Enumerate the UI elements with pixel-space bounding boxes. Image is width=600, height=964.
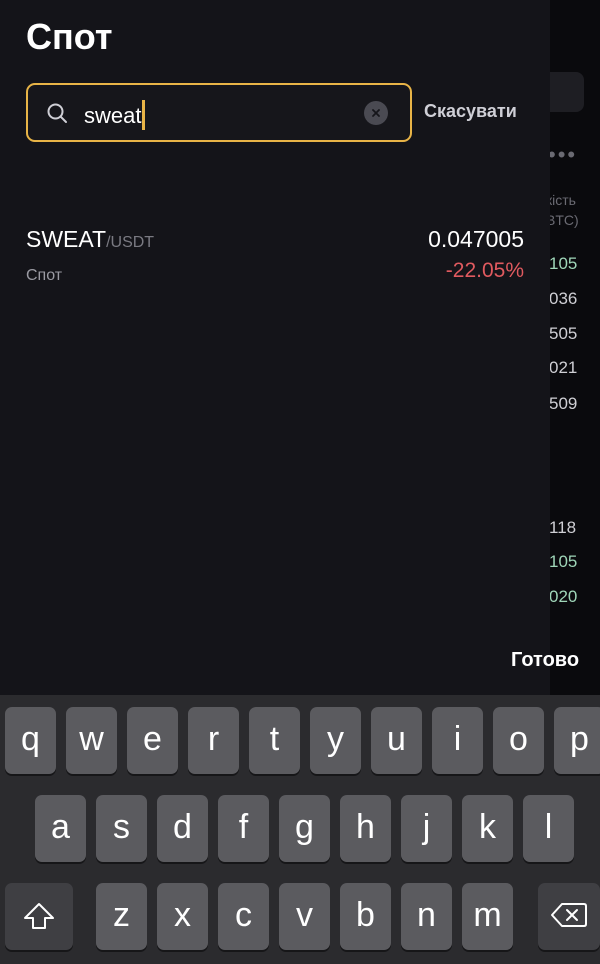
trading-pair: SWEAT/USDT — [26, 226, 155, 252]
key[interactable]: q — [5, 707, 56, 774]
background-value: 118 — [549, 518, 577, 537]
close-icon — [372, 109, 380, 117]
shift-icon — [24, 903, 54, 929]
key[interactable]: m — [462, 883, 513, 950]
key[interactable]: u — [371, 707, 422, 774]
key[interactable]: i — [432, 707, 483, 774]
last-price: 0.047005 — [428, 226, 524, 252]
background-value: 105 — [549, 254, 578, 273]
key[interactable]: h — [340, 795, 391, 862]
search-value: sweat — [84, 100, 146, 130]
search-panel: Спот sweat Скасувати SWEAT/USDT Спот 0.0… — [0, 0, 550, 695]
background-value: 020 — [549, 587, 578, 606]
background-value: 505 — [549, 324, 578, 343]
key[interactable]: s — [96, 795, 147, 862]
done-button[interactable]: Готово — [511, 649, 579, 672]
key[interactable]: e — [127, 707, 178, 774]
backspace-key[interactable] — [538, 883, 600, 950]
search-input[interactable]: sweat — [26, 83, 412, 142]
key[interactable]: n — [401, 883, 452, 950]
key[interactable]: j — [401, 795, 452, 862]
key[interactable]: t — [249, 707, 300, 774]
background-value: 036 — [549, 289, 578, 308]
background-value: 021 — [549, 358, 578, 377]
page-title: Спот — [26, 16, 113, 57]
key[interactable]: o — [493, 707, 544, 774]
key[interactable]: p — [554, 707, 600, 774]
key[interactable]: w — [66, 707, 117, 774]
background-value: 105 — [549, 552, 578, 571]
backspace-icon — [551, 903, 587, 927]
more-icon: ••• — [548, 142, 578, 167]
shift-key[interactable] — [5, 883, 73, 950]
background-col-head: BTC) — [546, 212, 579, 228]
background-value: 509 — [549, 394, 578, 413]
key[interactable]: x — [157, 883, 208, 950]
key[interactable]: l — [523, 795, 574, 862]
key[interactable]: d — [157, 795, 208, 862]
key[interactable]: f — [218, 795, 269, 862]
key[interactable]: a — [35, 795, 86, 862]
cancel-button[interactable]: Скасувати — [424, 101, 517, 122]
key[interactable]: y — [310, 707, 361, 774]
price-change: -22.05% — [445, 259, 524, 282]
key[interactable]: c — [218, 883, 269, 950]
clear-search-button[interactable] — [364, 101, 388, 125]
screen: ••• кість BTC) 105 036 505 021 509 118 1… — [0, 0, 600, 964]
key[interactable]: k — [462, 795, 513, 862]
key[interactable]: z — [96, 883, 147, 950]
key[interactable]: g — [279, 795, 330, 862]
background-col-head: кість — [546, 192, 576, 208]
key[interactable]: b — [340, 883, 391, 950]
key[interactable]: r — [188, 707, 239, 774]
keyboard: q w e r t y u i o p a s d f g h j k l z … — [0, 695, 600, 964]
search-icon — [47, 103, 67, 123]
key[interactable]: v — [279, 883, 330, 950]
market-type: Спот — [26, 267, 63, 284]
result-row[interactable]: SWEAT/USDT Спот 0.047005 -22.05% — [26, 226, 524, 292]
